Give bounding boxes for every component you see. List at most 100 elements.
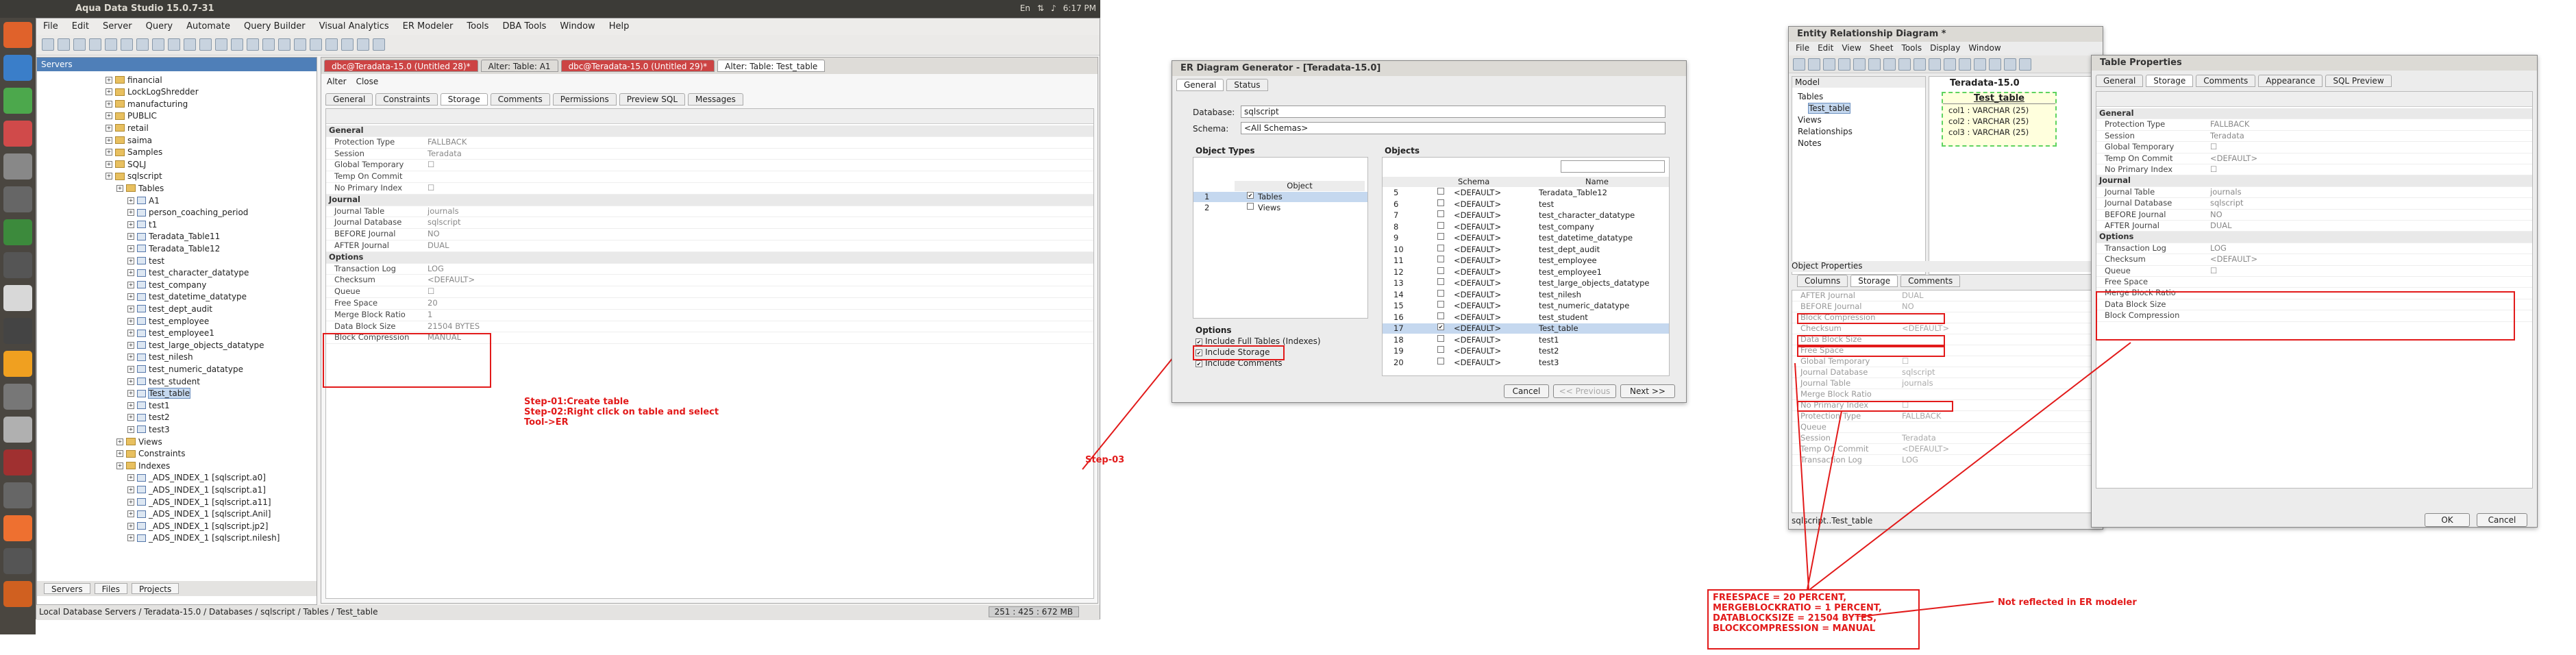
expand-toggle-icon[interactable]: + [106,136,112,144]
launcher-app-icon[interactable] [3,22,32,48]
toolbar-button[interactable] [310,38,322,51]
toolbar-button[interactable] [136,38,149,51]
expand-toggle-icon[interactable]: + [116,184,123,192]
tree-item[interactable]: + _ADS_INDEX_1 [sqlscript.a1] [127,484,266,495]
toolbar-button[interactable] [152,38,164,51]
tab-messages[interactable]: Messages [688,93,743,106]
object-row[interactable]: 17 ✔ <DEFAULT> Test_table [1383,323,1669,334]
tree-item[interactable]: + _ADS_INDEX_1 [sqlscript.Anil] [127,508,271,520]
tree-item[interactable]: + test_company [127,279,206,291]
object-row[interactable]: 9 <DEFAULT> test_datetime_datatype [1383,233,1669,243]
launcher-app-icon[interactable] [3,285,32,311]
expand-toggle-icon[interactable]: + [127,293,134,301]
tp-property-value[interactable]: <DEFAULT> [2210,254,2257,264]
object-row[interactable]: 16 <DEFAULT> test_student [1383,312,1669,323]
tree-item[interactable]: + saima [106,134,152,146]
object-checkbox[interactable] [1437,289,1444,297]
expand-toggle-icon[interactable]: + [106,88,112,96]
expand-toggle-icon[interactable]: + [127,221,134,228]
launcher-app-icon[interactable] [3,515,32,541]
tp-property-value[interactable]: Teradata [2210,131,2244,140]
launcher-app-icon[interactable] [3,548,32,574]
tab-servers[interactable]: Servers [44,583,90,594]
menu-tools[interactable]: Tools [467,21,488,32]
toolbar-button[interactable] [121,38,133,51]
tp-property-value[interactable]: ☐ [2210,142,2217,151]
expand-toggle-icon[interactable]: + [127,257,134,264]
tp-property-value[interactable]: DUAL [2210,221,2232,230]
tree-item[interactable]: + SQLJ [106,158,146,170]
close-button[interactable]: Close [356,77,379,88]
tp-property-row[interactable]: AFTER Journal DUAL [2096,221,2532,232]
tree-item[interactable]: + PUBLIC [106,110,157,122]
tp-property-row[interactable]: Journal Table journals [2096,187,2532,199]
schema-select[interactable]: <All Schemas> [1241,122,1665,134]
tp-property-row[interactable]: Global Temporary ☐ [2096,142,2532,153]
toolbar-button[interactable] [58,38,70,51]
erd-toolbar-button[interactable] [1914,58,1926,71]
property-row[interactable]: No Primary Index ☐ [326,183,1093,195]
erd-menu-edit[interactable]: Edit [1818,43,1833,54]
tree-item[interactable]: + Tables [116,182,164,194]
toolbar-button[interactable] [325,38,338,51]
object-type-checkbox[interactable] [1247,203,1254,210]
tp-tab-sql-preview[interactable]: SQL Preview [2325,75,2392,87]
object-row[interactable]: 8 <DEFAULT> test_company [1383,221,1669,232]
object-row[interactable]: 11 <DEFAULT> test_employee [1383,256,1669,266]
expand-toggle-icon[interactable]: + [116,438,123,445]
menu-er-modeler[interactable]: ER Modeler [403,21,454,32]
property-row[interactable]: Temp On Commit [326,171,1093,183]
erd-toolbar-button[interactable] [1808,58,1820,71]
toolbar-button[interactable] [42,38,54,51]
tab-status[interactable]: Status [1226,79,1268,91]
menu-dba-tools[interactable]: DBA Tools [502,21,546,32]
tree-item[interactable]: + Views [116,436,162,447]
editor-tab[interactable]: Alter: Table: A1 [480,60,558,72]
expand-toggle-icon[interactable]: + [127,498,134,506]
erd-toolbar-button[interactable] [1823,58,1835,71]
clock[interactable]: 6:17 PM [1063,3,1096,13]
property-row[interactable]: Data Block Size 21504 BYTES [326,321,1093,333]
expand-toggle-icon[interactable]: + [127,486,134,493]
tree-item[interactable]: + test_datetime_datatype [127,291,247,303]
erd-menu-tools[interactable]: Tools [1902,43,1922,54]
tp-property-row[interactable]: BEFORE Journal NO [2096,210,2532,221]
expand-toggle-icon[interactable]: + [127,474,134,482]
menu-edit[interactable]: Edit [72,21,89,32]
tree-item[interactable]: + _ADS_INDEX_1 [sqlscript.a0] [127,472,266,484]
tp-property-value[interactable]: sqlscript [2210,198,2244,208]
ok-button[interactable]: OK [2425,513,2470,527]
expand-toggle-icon[interactable]: + [127,401,134,409]
tree-item[interactable]: + test_nilesh [127,351,193,363]
tree-item[interactable]: + _ADS_INDEX_1 [sqlscript.nilesh] [127,532,280,544]
toolbar-button[interactable] [357,38,369,51]
menu-query[interactable]: Query [146,21,173,32]
tree-item[interactable]: + test3 [127,423,170,435]
cancel-button[interactable]: Cancel [2477,513,2527,527]
network-icon[interactable]: ⇅ [1037,3,1044,13]
erd-toolbar-button[interactable] [1989,58,2001,71]
property-row[interactable]: Checksum <DEFAULT> [326,275,1093,287]
expand-toggle-icon[interactable]: + [127,269,134,277]
tree-item[interactable]: + Teradata_Table12 [127,243,220,254]
object-checkbox[interactable] [1437,244,1444,251]
launcher-app-icon[interactable] [3,252,32,278]
erd-toolbar-button[interactable] [1898,58,1911,71]
expand-toggle-icon[interactable]: + [127,425,134,433]
tp-property-row[interactable]: Journal Database sqlscript [2096,198,2532,210]
toolbar-button[interactable] [184,38,196,51]
tree-item[interactable]: + test_dept_audit [127,303,212,314]
expand-toggle-icon[interactable]: + [127,317,134,325]
object-checkbox[interactable] [1437,267,1444,274]
tree-item[interactable]: + test [127,255,164,267]
tab-storage[interactable]: Storage [440,93,488,106]
object-type-row[interactable]: 2 Views [1193,203,1367,213]
property-value[interactable]: LOG [428,264,444,273]
property-value[interactable]: FALLBACK [428,137,467,147]
expand-toggle-icon[interactable]: + [127,197,134,204]
launcher-app-icon[interactable] [3,384,32,410]
object-row[interactable]: 18 <DEFAULT> test1 [1383,334,1669,345]
toolbar-button[interactable] [105,38,117,51]
expand-toggle-icon[interactable]: + [127,365,134,373]
option-checkbox[interactable]: ✔ [1196,360,1202,367]
